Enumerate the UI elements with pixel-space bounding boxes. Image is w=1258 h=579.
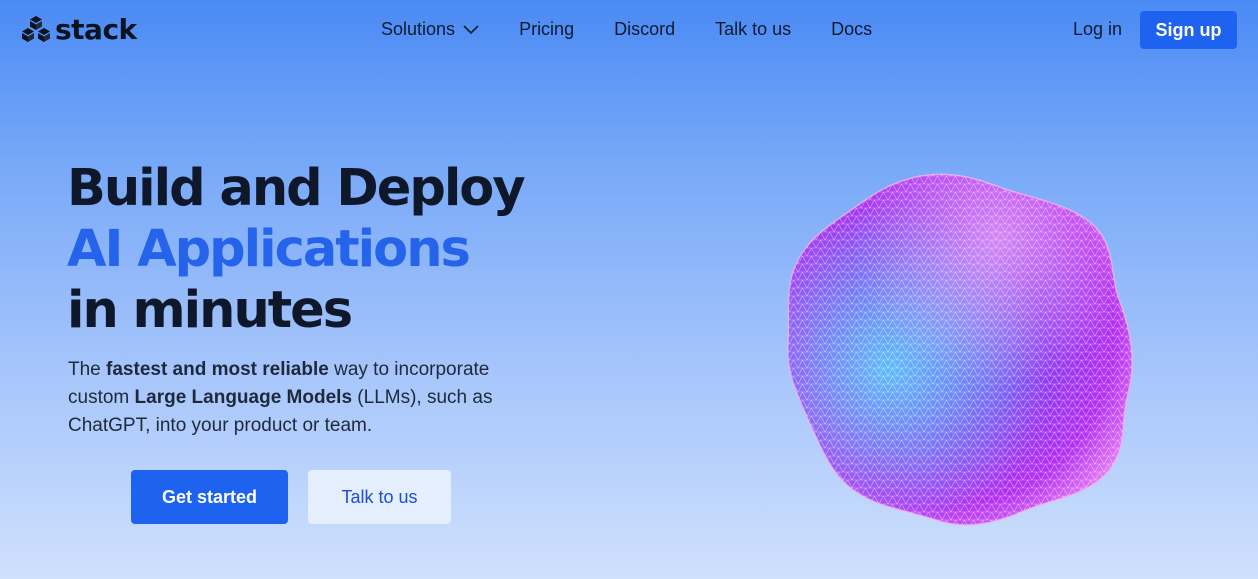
login-link[interactable]: Log in [1073,19,1122,40]
nav-item-label: Solutions [381,19,456,39]
nav-item-talk-to-us[interactable]: Talk to us [715,19,791,40]
nav-item-label: Docs [831,19,873,39]
logo-wordmark: stack [55,12,137,46]
chevron-down-icon [463,24,479,34]
hero-title: Build and Deploy AI Applications in minu… [67,158,526,341]
signup-button[interactable]: Sign up [1140,11,1237,49]
nav-item-solutions[interactable]: Solutions [381,19,479,40]
logo[interactable]: stack [22,12,137,46]
stack-cubes-icon [22,16,50,42]
hero-title-line-1: Build and Deploy [67,159,526,218]
nav-item-label: Talk to us [715,19,792,39]
talk-to-us-button[interactable]: Talk to us [308,470,451,524]
hero-title-line-2: AI Applications [67,220,471,279]
desc-text: The [68,359,107,380]
nav-item-discord[interactable]: Discord [614,19,675,40]
desc-bold-llm: Large Language Models [134,387,353,408]
top-navigation: stack Solutions Pricing Discord Talk to … [0,0,1258,60]
nav-item-docs[interactable]: Docs [831,19,872,40]
hero-description: The fastest and most reliable way to inc… [68,356,538,440]
wireframe-blob-illustration [787,173,1133,526]
desc-bold-fastest: fastest and most reliable [106,359,329,380]
nav-item-pricing[interactable]: Pricing [519,19,574,40]
nav-item-label: Discord [614,19,676,39]
nav-links: Solutions Pricing Discord Talk to us Doc… [381,19,912,40]
hero-title-line-3: in minutes [67,281,353,340]
get-started-button[interactable]: Get started [131,470,288,524]
nav-item-label: Pricing [519,19,575,39]
